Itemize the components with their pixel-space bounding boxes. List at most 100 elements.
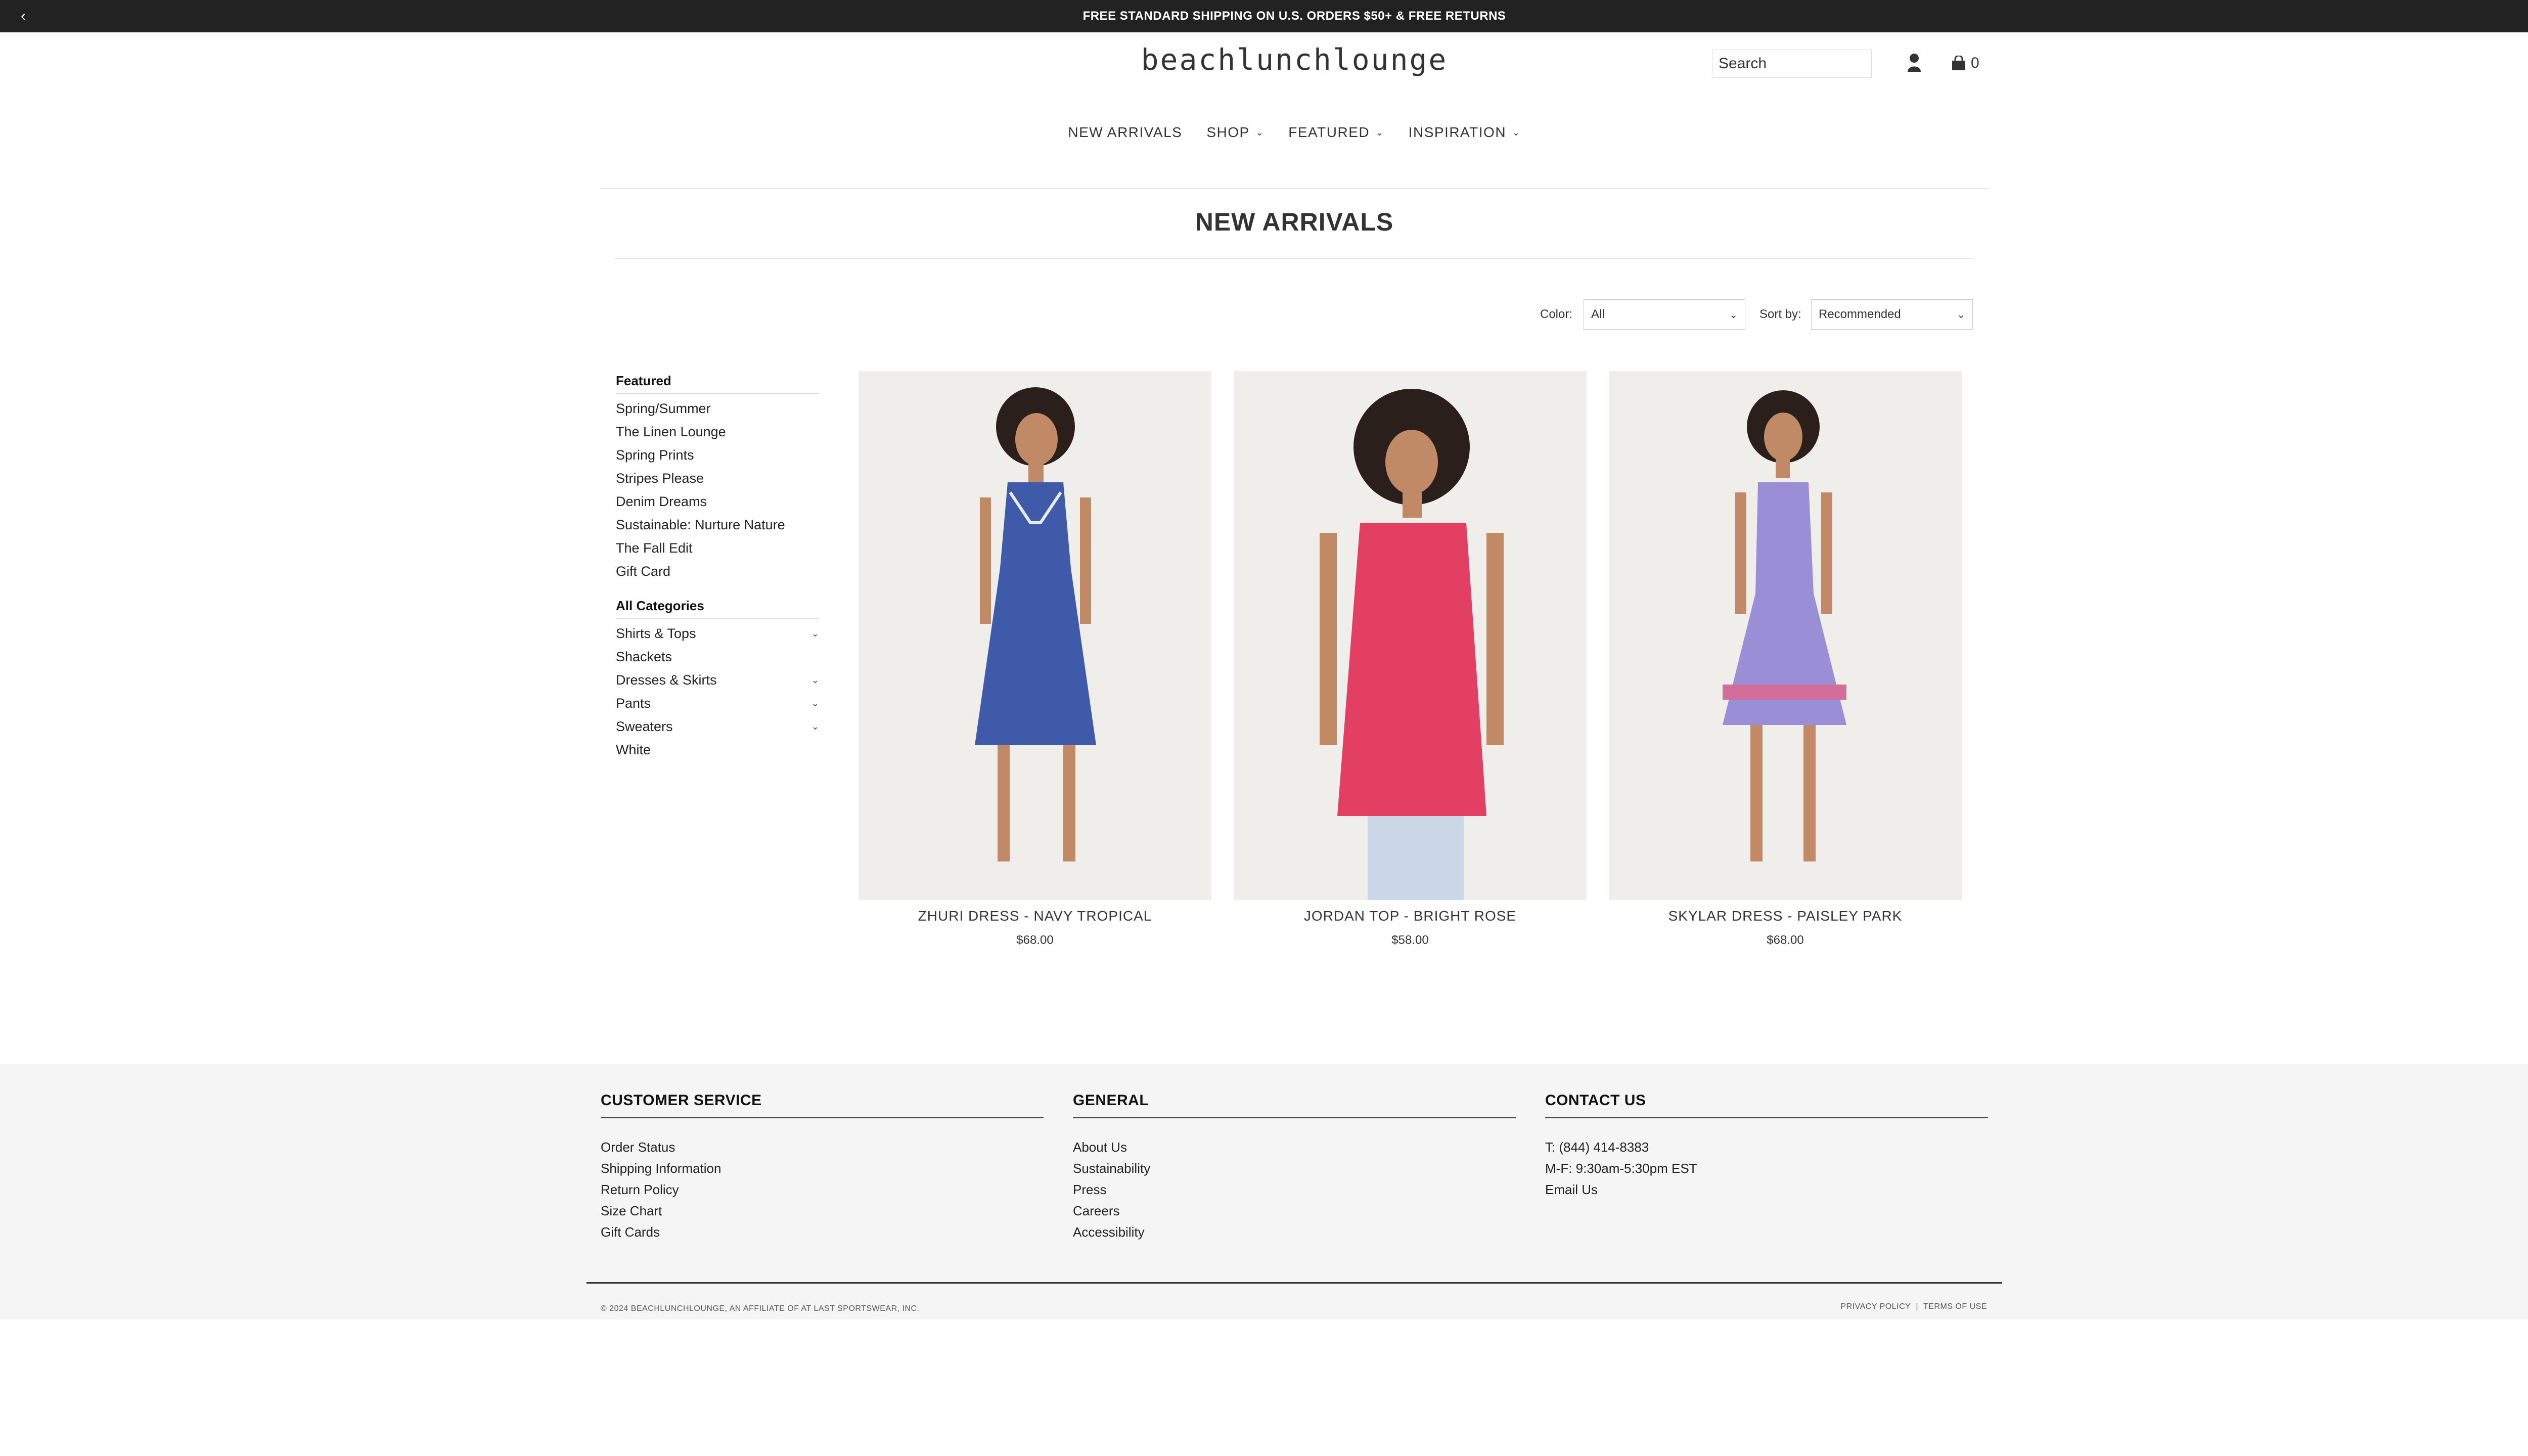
- footer-hours: M-F: 9:30am-5:30pm EST: [1545, 1161, 1697, 1176]
- footer-link-shipping-info[interactable]: Shipping Information: [601, 1158, 1044, 1179]
- sidebar-item-label: The Linen Lounge: [616, 424, 726, 439]
- privacy-policy-link[interactable]: PRIVACY POLICY: [1840, 1302, 1911, 1311]
- footer-link-press[interactable]: Press: [1073, 1179, 1516, 1200]
- site-footer: CUSTOMER SERVICE Order Status Shipping I…: [0, 1064, 2528, 1320]
- footer-link-accessibility[interactable]: Accessibility: [1073, 1221, 1516, 1243]
- cart-icon: [1952, 56, 1965, 70]
- sidebar-item-label: Sweaters: [616, 719, 673, 734]
- product-image[interactable]: [1234, 371, 1587, 900]
- sidebar-item-label: Gift Card: [616, 564, 671, 579]
- announcement-bar: ‹ FREE STANDARD SHIPPING ON U.S. ORDERS …: [0, 0, 2528, 32]
- product-card[interactable]: SKYLAR DRESS - PAISLEY PARK $68.00: [1609, 371, 1962, 947]
- product-card[interactable]: JORDAN TOP - BRIGHT ROSE $58.00: [1234, 371, 1587, 947]
- color-filter-value: All: [1591, 307, 1605, 321]
- page-title: NEW ARRIVALS: [1195, 208, 1394, 236]
- account-icon[interactable]: [1907, 53, 1921, 73]
- footer-link-sustainability[interactable]: Sustainability: [1073, 1158, 1516, 1179]
- footer-phone[interactable]: T: (844) 414-8383: [1545, 1136, 1988, 1158]
- announcement-text: FREE STANDARD SHIPPING ON U.S. ORDERS $5…: [1082, 9, 1506, 23]
- legal-separator: |: [1916, 1302, 1918, 1311]
- chevron-down-icon: ⌄: [1376, 127, 1384, 138]
- sidebar-item-spring-summer[interactable]: Spring/Summer: [616, 397, 819, 420]
- sidebar-divider: [616, 393, 819, 394]
- chevron-down-icon[interactable]: ⌄: [811, 668, 819, 692]
- product-price: $68.00: [1767, 933, 1804, 947]
- sidebar-item-label: Shackets: [616, 649, 672, 664]
- product-image[interactable]: [859, 371, 1211, 900]
- footer-link-return-policy[interactable]: Return Policy: [601, 1179, 1044, 1200]
- footer-heading: CUSTOMER SERVICE: [601, 1092, 1044, 1118]
- sidebar-item-label: Pants: [616, 696, 651, 711]
- chevron-down-icon: ⌄: [1512, 127, 1521, 138]
- title-divider: [615, 258, 1973, 259]
- nav-featured[interactable]: FEATURED ⌄: [1288, 124, 1384, 141]
- sidebar-item-spring-prints[interactable]: Spring Prints: [616, 443, 819, 467]
- sidebar-item-label: White: [616, 742, 651, 757]
- search-input[interactable]: [1712, 50, 1872, 78]
- sidebar-item-fall-edit[interactable]: The Fall Edit: [616, 536, 819, 560]
- sort-label: Sort by:: [1759, 307, 1801, 321]
- chevron-down-icon[interactable]: ⌄: [811, 622, 819, 645]
- nav-label: INSPIRATION: [1408, 124, 1507, 140]
- sidebar-item-label: Spring/Summer: [616, 401, 711, 416]
- sidebar-item-pants[interactable]: Pants ⌄: [616, 692, 819, 715]
- terms-of-use-link[interactable]: TERMS OF USE: [1923, 1302, 1987, 1311]
- footer-link-size-chart[interactable]: Size Chart: [601, 1200, 1044, 1221]
- sidebar-item-shirts-tops[interactable]: Shirts & Tops ⌄: [616, 622, 819, 645]
- nav-inspiration[interactable]: INSPIRATION ⌄: [1409, 124, 1521, 141]
- sidebar-item-white[interactable]: White: [616, 738, 819, 761]
- chevron-down-icon[interactable]: ⌄: [811, 692, 819, 715]
- sidebar-item-label: Spring Prints: [616, 447, 694, 463]
- color-filter-select[interactable]: All ⌄: [1584, 299, 1745, 330]
- cart-button[interactable]: 0: [1951, 51, 1979, 76]
- sidebar-item-stripes-please[interactable]: Stripes Please: [616, 467, 819, 490]
- footer-heading: CONTACT US: [1545, 1092, 1988, 1118]
- sidebar-item-dresses-skirts[interactable]: Dresses & Skirts ⌄: [616, 668, 819, 692]
- sidebar-item-sweaters[interactable]: Sweaters ⌄: [616, 715, 819, 738]
- nav-label: SHOP: [1206, 124, 1250, 140]
- product-image[interactable]: [1609, 371, 1962, 900]
- color-filter-label: Color:: [1540, 307, 1573, 321]
- sidebar-item-sustainable[interactable]: Sustainable: Nurture Nature: [616, 513, 819, 536]
- nav-label: NEW ARRIVALS: [1068, 124, 1183, 140]
- sidebar-item-label: Shirts & Tops: [616, 626, 696, 641]
- footer-column-customer-service: CUSTOMER SERVICE Order Status Shipping I…: [601, 1092, 1044, 1243]
- product-price: $58.00: [1391, 933, 1429, 947]
- footer-link-email-us[interactable]: Email Us: [1545, 1179, 1988, 1200]
- sidebar-item-label: Stripes Please: [616, 471, 704, 486]
- garment-shape: [1337, 523, 1486, 816]
- product-name[interactable]: ZHURI DRESS - NAVY TROPICAL: [859, 908, 1211, 924]
- sidebar-item-shackets[interactable]: Shackets: [616, 645, 819, 668]
- footer-link-about-us[interactable]: About Us: [1073, 1136, 1516, 1158]
- categories-heading: All Categories: [616, 598, 704, 613]
- product-price: $68.00: [1016, 933, 1054, 947]
- footer-link-order-status[interactable]: Order Status: [601, 1136, 1044, 1158]
- cart-count: 0: [1971, 55, 1979, 71]
- sidebar-item-gift-card[interactable]: Gift Card: [616, 560, 819, 583]
- site-logo[interactable]: beachlunchlounge: [1042, 42, 1547, 77]
- sort-value: Recommended: [1819, 307, 1901, 321]
- footer-column-contact: CONTACT US T: (844) 414-8383 M-F: 9:30am…: [1545, 1092, 1988, 1200]
- legal-links: PRIVACY POLICY | TERMS OF USE: [1820, 1302, 1987, 1311]
- product-card[interactable]: ZHURI DRESS - NAVY TROPICAL $68.00: [859, 371, 1211, 947]
- header-divider: [601, 188, 1988, 189]
- chevron-down-icon[interactable]: ⌄: [811, 715, 819, 738]
- product-name[interactable]: SKYLAR DRESS - PAISLEY PARK: [1609, 908, 1962, 924]
- sidebar-item-label: Dresses & Skirts: [616, 672, 717, 688]
- sidebar-item-linen-lounge[interactable]: The Linen Lounge: [616, 420, 819, 443]
- footer-column-general: GENERAL About Us Sustainability Press Ca…: [1073, 1092, 1516, 1243]
- chevron-down-icon: ⌄: [1255, 127, 1265, 138]
- footer-link-gift-cards[interactable]: Gift Cards: [601, 1221, 1044, 1243]
- footer-divider: [586, 1282, 2002, 1284]
- product-name[interactable]: JORDAN TOP - BRIGHT ROSE: [1234, 908, 1587, 924]
- sidebar-item-denim-dreams[interactable]: Denim Dreams: [616, 490, 819, 513]
- sort-select[interactable]: Recommended ⌄: [1811, 299, 1973, 330]
- nav-shop[interactable]: SHOP ⌄: [1206, 124, 1264, 141]
- sidebar-item-label: Denim Dreams: [616, 494, 707, 509]
- sidebar: Featured Spring/Summer The Linen Lounge …: [616, 373, 819, 761]
- main-nav: NEW ARRIVALS SHOP ⌄ FEATURED ⌄ INSPIRATION…: [0, 124, 2528, 141]
- nav-new-arrivals[interactable]: NEW ARRIVALS: [1068, 124, 1182, 141]
- footer-link-careers[interactable]: Careers: [1073, 1200, 1516, 1221]
- nav-label: FEATURED: [1288, 124, 1370, 140]
- chevron-down-icon: ⌄: [1729, 309, 1738, 321]
